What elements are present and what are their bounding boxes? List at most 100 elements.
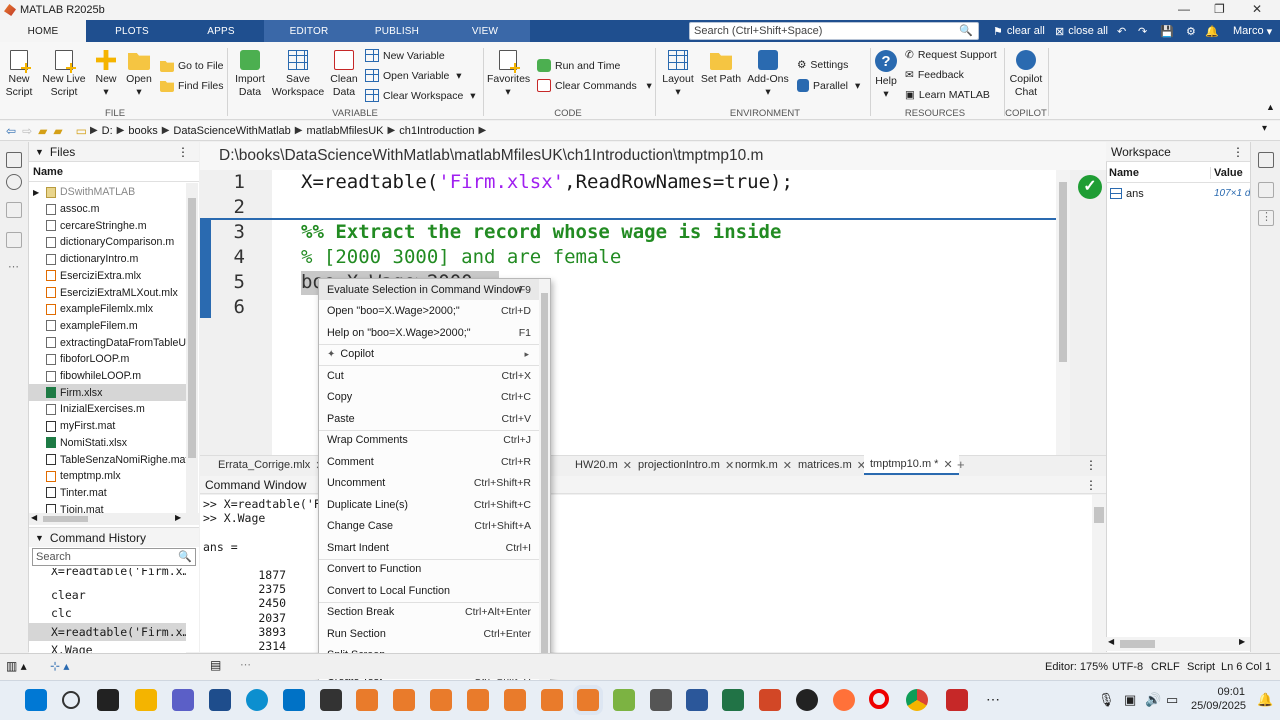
firefox-icon[interactable] (833, 689, 855, 711)
context-menu-item[interactable]: Open "boo=X.Wage>2000;" Ctrl+D (319, 301, 539, 322)
more-apps-icon[interactable]: ⋯ (986, 691, 1000, 708)
store-icon[interactable] (209, 689, 231, 711)
files-column-header[interactable]: Name (29, 163, 199, 182)
forward-icon[interactable]: ⇨ (22, 124, 32, 138)
layout-toggle-icon[interactable]: ▥ ▴ (6, 659, 27, 673)
file-item[interactable]: ▶ DSwithMATLAB (29, 184, 186, 201)
task-view-icon[interactable] (97, 689, 119, 711)
editor-tab[interactable]: HW20.m ✕ (569, 455, 638, 475)
tab-publish[interactable]: PUBLISH (354, 20, 440, 42)
scroll-right-icon[interactable]: ▶ (175, 513, 181, 522)
community-icon[interactable]: ⚙ (1186, 22, 1196, 40)
files-scrollbar[interactable] (186, 183, 198, 513)
file-item[interactable]: myFirst.mat (29, 418, 186, 435)
minimize-button[interactable]: — (1178, 2, 1190, 16)
new-button[interactable]: New ▾ (92, 50, 120, 99)
terminal-icon[interactable] (320, 689, 342, 711)
new-live-script-button[interactable]: New Live Script (40, 50, 88, 99)
panel-menu-icon[interactable]: ⋮ (177, 145, 189, 159)
snipping-tool-icon[interactable] (650, 689, 672, 711)
undo-button[interactable]: ↶ (1117, 22, 1126, 40)
code-line-3[interactable]: %% Extract the record whose wage is insi… (301, 221, 781, 243)
open-variable-button[interactable]: Open Variable ▾ (365, 69, 462, 82)
file-item[interactable]: Tinter.mat (29, 485, 186, 502)
word-icon[interactable] (686, 689, 708, 711)
address-dropdown-icon[interactable]: ▾ (1262, 123, 1267, 134)
editor-tab[interactable]: normk.m ✕ (729, 455, 798, 475)
powerpoint-icon[interactable] (759, 689, 781, 711)
copilot-chat-button[interactable]: Copilot Chat (1007, 50, 1045, 99)
excel-icon[interactable] (722, 689, 744, 711)
clear-workspace-button[interactable]: Clear Workspace ▾ (365, 89, 476, 102)
breadcrumb-item[interactable]: D: (102, 125, 113, 137)
favorites-button[interactable]: Favorites ▾ (487, 50, 530, 99)
editor-tab[interactable]: Errata_Corrige.mlx✕ (212, 455, 331, 475)
matlab-icon[interactable] (356, 689, 378, 711)
panel-menu-icon[interactable]: ⋮ (1085, 478, 1097, 492)
editor-tab-active[interactable]: tmptmp10.m * ✕ (864, 455, 959, 475)
more-options-icon[interactable]: ⋯ (240, 658, 251, 671)
context-menu-item[interactable]: Wrap Comments Ctrl+J (319, 430, 539, 451)
more-options-icon[interactable]: ⋯ (8, 260, 19, 273)
context-menu-item[interactable]: Convert to Local Function (319, 580, 539, 601)
files-icon[interactable] (6, 152, 22, 168)
acrobat-icon[interactable] (946, 689, 968, 711)
search-input[interactable]: Search (Ctrl+Shift+Space) 🔍 (689, 22, 979, 40)
file-item[interactable]: dictionaryComparison.m (29, 234, 186, 251)
scroll-left-icon[interactable]: ◀ (1108, 637, 1114, 646)
save-workspace-button[interactable]: Save Workspace (270, 50, 326, 99)
history-icon[interactable] (6, 174, 22, 190)
import-data-button[interactable]: Import Data (232, 50, 268, 99)
command-history-header[interactable]: ▼ Command History (29, 527, 199, 547)
command-window-scrollbar[interactable] (1092, 495, 1106, 652)
settings-button[interactable]: ⚙ Settings (797, 59, 848, 71)
file-item[interactable]: cercareStringhe.m (29, 217, 186, 234)
file-explorer-icon[interactable] (135, 689, 157, 711)
save-icon[interactable]: 💾 (1160, 22, 1174, 40)
file-item[interactable]: TableSenzaNomiRighe.mat (29, 451, 186, 468)
feedback-button[interactable]: ✉ Feedback (905, 69, 964, 81)
editor-scrollbar[interactable] (1056, 170, 1070, 455)
run-and-time-button[interactable]: Run and Time (537, 59, 620, 72)
panel-menu-icon[interactable]: ⋮ (1232, 145, 1244, 159)
column-value[interactable]: Value (1210, 167, 1243, 179)
tab-view[interactable]: VIEW (440, 20, 530, 42)
up-folder-icon[interactable]: ▰ (38, 124, 47, 138)
help-button[interactable]: ? Help ▾ (874, 50, 898, 101)
scroll-thumb[interactable] (188, 198, 196, 458)
workspace-header[interactable]: Workspace ⋮ (1106, 142, 1250, 162)
notifications-icon[interactable]: 🔔 (1257, 692, 1273, 708)
file-item[interactable]: assoc.m (29, 201, 186, 218)
context-menu-item[interactable]: Paste Ctrl+V (319, 408, 539, 429)
clean-data-button[interactable]: Clean Data (328, 50, 360, 99)
context-menu-item[interactable]: Uncomment Ctrl+Shift+R (319, 473, 539, 494)
tray-app-icon[interactable]: ▣ (1124, 692, 1136, 708)
new-variable-button[interactable]: New Variable (365, 49, 445, 62)
tab-editor[interactable]: EDITOR (264, 20, 354, 42)
battery-icon[interactable]: ▭ (1166, 692, 1178, 708)
source-control-icon[interactable] (6, 202, 22, 218)
editor-tab[interactable]: matrices.m ✕ (792, 455, 872, 475)
file-item[interactable]: InizialExercises.m (29, 401, 186, 418)
history-item[interactable]: X=readtable('Firm.x… (29, 622, 186, 641)
teams-icon[interactable] (172, 689, 194, 711)
file-item[interactable]: temptmp.mlx (29, 468, 186, 485)
debug-icon[interactable]: ⊹ ▴ (50, 659, 69, 673)
go-to-file-button[interactable]: Go to File (160, 59, 224, 72)
history-search-input[interactable]: Search 🔍 (32, 548, 196, 566)
context-menu-item[interactable]: Duplicate Line(s) Ctrl+Shift+C (319, 494, 539, 515)
new-script-button[interactable]: New Script (4, 50, 34, 99)
file-item[interactable]: EserciziExtraMLXout.mlx (29, 284, 186, 301)
clear-all-button[interactable]: ⚑ clear all (993, 22, 1045, 40)
open-button[interactable]: Open ▾ (124, 50, 154, 99)
outlook-icon[interactable] (283, 689, 305, 711)
scroll-thumb[interactable] (1120, 640, 1155, 648)
file-item[interactable]: Firm.xlsx (29, 384, 186, 402)
context-menu-scrollbar[interactable] (539, 279, 550, 681)
matlab-icon[interactable] (541, 689, 563, 711)
breadcrumb-item[interactable]: books (128, 125, 157, 137)
back-icon[interactable]: ⇦ (6, 124, 16, 138)
collapse-icon[interactable]: ▼ (35, 533, 44, 543)
code-line-4[interactable]: % [2000 3000] and are female (301, 246, 621, 268)
close-tab-icon[interactable]: ✕ (623, 459, 632, 472)
